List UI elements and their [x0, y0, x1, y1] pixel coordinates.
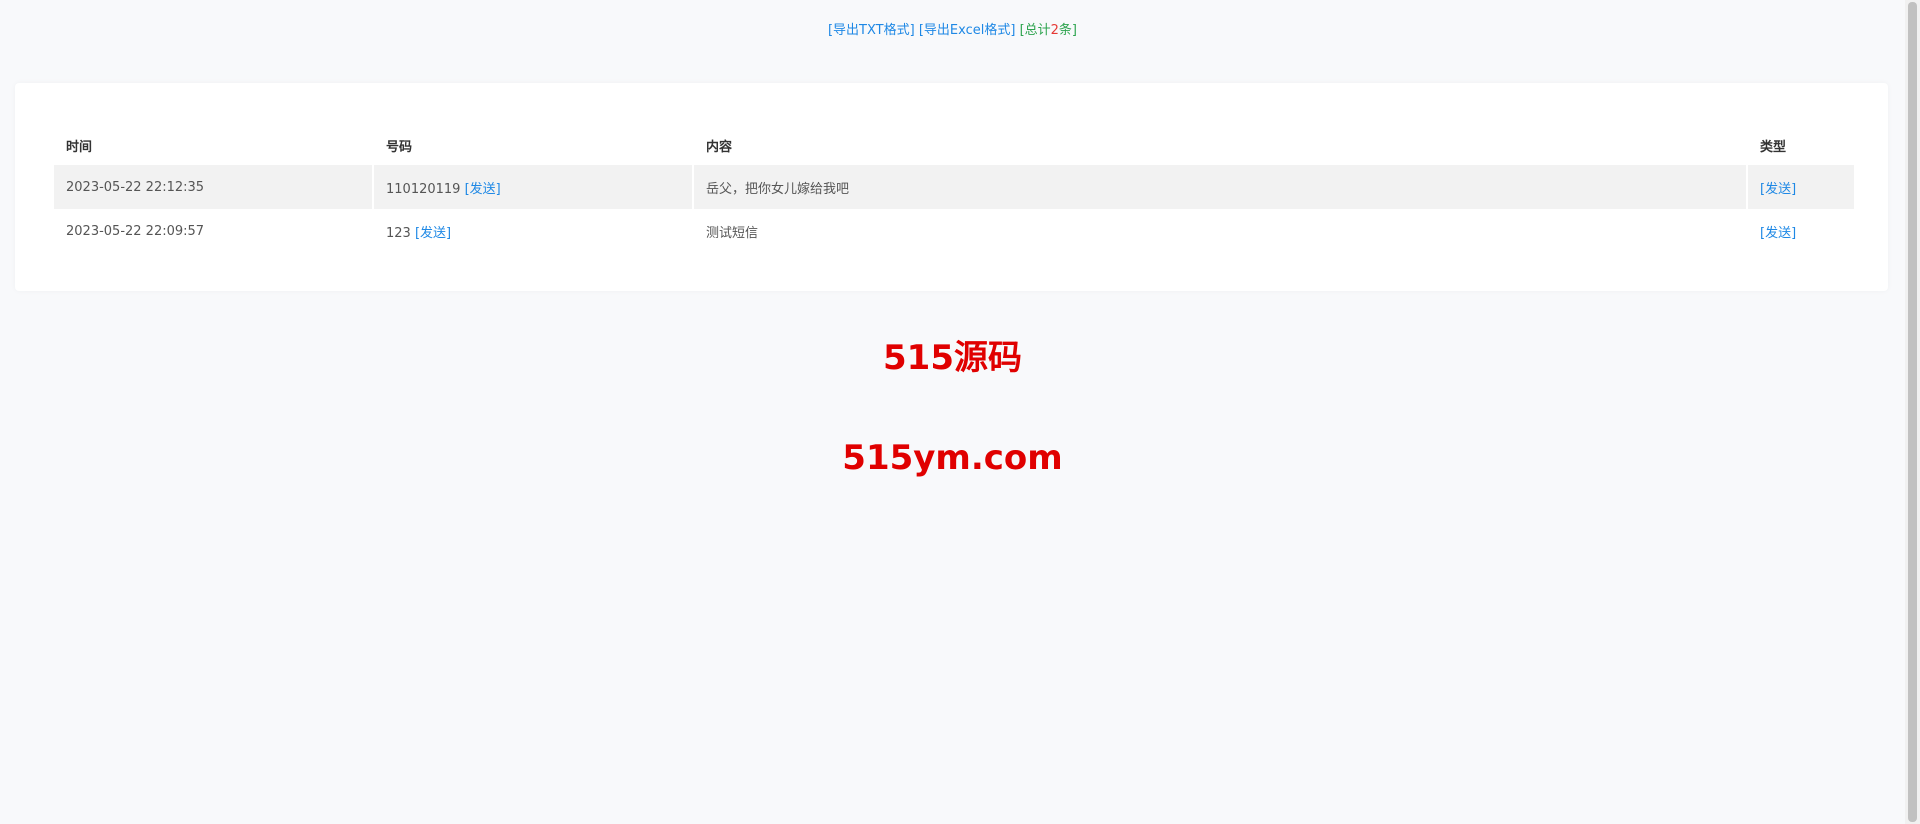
total-suffix: 条] [1058, 23, 1077, 38]
cell-time: 2023-05-22 22:12:35 [54, 165, 372, 209]
export-txt-link[interactable]: [导出TXT格式] [828, 23, 915, 38]
cell-number: 123 [发送] [374, 209, 692, 253]
table-row: 2023-05-22 22:09:57 123 [发送] 测试短信 [发送] [54, 209, 1854, 253]
vertical-scrollbar[interactable] [1905, 0, 1920, 824]
watermark-title: 515源码 [883, 338, 1022, 378]
send-link[interactable]: [发送] [465, 182, 501, 197]
cell-number: 110120119 [发送] [374, 165, 692, 209]
type-send-link[interactable]: [发送] [1760, 182, 1796, 197]
watermark-url: 515ym.com [842, 438, 1063, 478]
header-type: 类型 [1760, 139, 1787, 155]
table-header-row: 时间 号码 内容 类型 [54, 125, 1854, 165]
cell-content: 测试短信 [706, 225, 759, 241]
cell-type: [发送] [1748, 209, 1854, 253]
total-count-value: 2 [1050, 23, 1059, 38]
cell-type: [发送] [1748, 165, 1854, 209]
export-excel-link[interactable]: [导出Excel格式] [919, 23, 1016, 38]
header-number: 号码 [386, 139, 413, 155]
header-content: 内容 [706, 139, 733, 155]
scrollbar-thumb[interactable] [1908, 2, 1917, 822]
cell-time: 2023-05-22 22:09:57 [66, 223, 205, 239]
total-prefix: [总计 [1019, 23, 1051, 38]
number-value: 110120119 [386, 181, 461, 197]
table-row: 2023-05-22 22:12:35 110120119 [发送] 岳父，把你… [54, 165, 1854, 209]
page: [导出TXT格式] [导出Excel格式] [总计2条] 时间 号码 内容 类型 [0, 0, 1920, 824]
send-link[interactable]: [发送] [415, 226, 451, 241]
messages-card: 时间 号码 内容 类型 2023-05-22 22:12:35 11012011… [15, 83, 1888, 291]
number-value: 123 [386, 225, 411, 241]
messages-table: 时间 号码 内容 类型 2023-05-22 22:12:35 11012011… [52, 125, 1856, 253]
export-toolbar: [导出TXT格式] [导出Excel格式] [总计2条] [0, 22, 1905, 40]
header-time: 时间 [66, 139, 93, 155]
total-count-label: [总计2条] [1020, 23, 1077, 38]
cell-content: 岳父，把你女儿嫁给我吧 [694, 165, 1746, 209]
type-send-link[interactable]: [发送] [1760, 226, 1796, 241]
